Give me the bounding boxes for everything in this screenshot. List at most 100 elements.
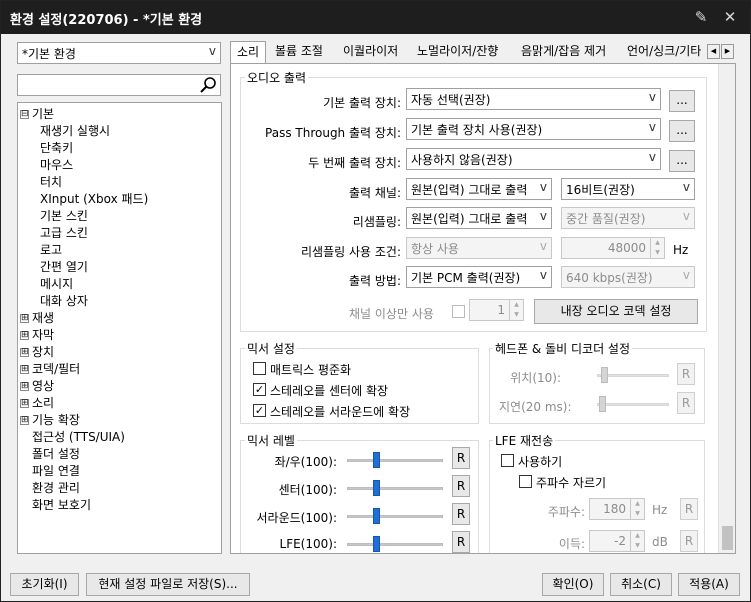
stereo-surround-checkbox[interactable]: ✓ <box>253 404 266 417</box>
bit-depth-select[interactable]: 16비트(권장) v <box>561 178 695 200</box>
slider-thumb[interactable] <box>373 508 380 524</box>
expand-icon[interactable]: ⊞ <box>20 416 29 425</box>
expand-icon[interactable]: ⊞ <box>20 314 29 323</box>
search-icon[interactable] <box>199 76 217 94</box>
tree-item[interactable]: 고급 스킨 <box>40 226 88 241</box>
tab-equalizer[interactable]: 이퀄라이저 <box>337 41 404 63</box>
category-tree[interactable]: ⊟ 기본 재생기 실행시 단축키 마우스 터치 XInput (Xbox 패드)… <box>17 102 222 554</box>
slider-thumb[interactable] <box>373 480 380 496</box>
collapse-icon[interactable]: ⊟ <box>20 110 29 119</box>
channel-min-checkbox[interactable] <box>452 305 465 318</box>
slider-thumb[interactable] <box>599 396 606 412</box>
slider-thumb[interactable] <box>601 367 608 383</box>
level-center-slider[interactable] <box>347 478 443 498</box>
level-surround-slider[interactable] <box>347 506 443 526</box>
pin-icon[interactable]: ✎ <box>691 7 711 27</box>
lfe-freq-reset-button[interactable]: R <box>680 498 698 520</box>
tab-scroll-left-icon[interactable]: ◀ <box>707 44 720 59</box>
resample-select[interactable]: 원본(입력) 그대로 출력 v <box>406 207 552 229</box>
resample-quality-select[interactable]: 중간 품질(권장) v <box>561 207 695 229</box>
sample-rate-stepper[interactable]: 48000 ▲ ▼ <box>561 237 665 259</box>
passthrough-select[interactable]: 기본 출력 장치 사용(권장) v <box>406 118 661 140</box>
level-lfe-slider[interactable] <box>347 534 443 553</box>
close-icon[interactable]: ✕ <box>720 7 740 27</box>
panel-scrollbar[interactable] <box>718 64 735 553</box>
tree-item[interactable]: 파일 연결 <box>32 464 80 479</box>
expand-icon[interactable]: ⊞ <box>20 382 29 391</box>
tree-item[interactable]: 메시지 <box>40 277 73 292</box>
tree-item[interactable]: 영상 <box>32 379 54 394</box>
tree-item[interactable]: 단축키 <box>40 141 73 156</box>
output-device-select[interactable]: 자동 선택(권장) v <box>406 88 661 110</box>
output-channel-select[interactable]: 원본(입력) 그대로 출력 v <box>406 178 552 200</box>
stepper-arrows-icon[interactable]: ▲ ▼ <box>630 531 644 551</box>
cancel-button[interactable]: 취소(C) <box>610 573 672 596</box>
tree-item[interactable]: 환경 관리 <box>32 481 80 496</box>
save-to-file-button[interactable]: 현재 설정 파일로 저장(S)... <box>86 573 250 596</box>
tree-item[interactable]: 기능 확장 <box>32 413 80 428</box>
tree-item[interactable]: 접근성 (TTS/UIA) <box>32 430 125 445</box>
stepper-arrows-icon[interactable]: ▲ ▼ <box>509 300 523 320</box>
resample-condition-select[interactable]: 항상 사용 v <box>406 237 552 259</box>
slider-thumb[interactable] <box>373 452 380 468</box>
headphone-delay-reset-button[interactable]: R <box>677 392 695 414</box>
bitrate-select[interactable]: 640 kbps(권장) v <box>561 266 695 288</box>
tab-volume[interactable]: 볼륨 조절 <box>269 41 329 63</box>
expand-icon[interactable]: ⊞ <box>20 399 29 408</box>
lfe-freq-stepper[interactable]: 180 ▲ ▼ <box>589 498 645 520</box>
reset-button[interactable]: 초기화(I) <box>10 573 79 596</box>
tree-item[interactable]: 간편 열기 <box>40 260 88 275</box>
lfe-gain-reset-button[interactable]: R <box>680 530 698 552</box>
apply-button[interactable]: 적용(A) <box>678 573 740 596</box>
lfe-gain-stepper[interactable]: -2 ▲ ▼ <box>589 530 645 552</box>
tree-item[interactable]: 장치 <box>32 345 54 360</box>
slider-thumb[interactable] <box>373 536 380 552</box>
matrix-normalize-checkbox[interactable] <box>253 362 266 375</box>
tree-item[interactable]: 터치 <box>40 175 62 190</box>
profile-select[interactable]: *기본 환경 v <box>17 42 221 64</box>
output-method-select[interactable]: 기본 PCM 출력(권장) v <box>406 266 552 288</box>
stepper-arrows-icon[interactable]: ▲ ▼ <box>630 499 644 519</box>
second-device-select[interactable]: 사용하지 않음(권장) v <box>406 148 661 170</box>
tree-item[interactable]: 기본 스킨 <box>40 209 88 224</box>
tab-normalizer[interactable]: 노멀라이저/잔향 <box>411 41 504 63</box>
tree-item[interactable]: 재생 <box>32 311 54 326</box>
level-lr-reset-button[interactable]: R <box>452 447 470 469</box>
tree-item[interactable]: 재생기 실행시 <box>40 124 110 139</box>
lfe-cut-checkbox[interactable] <box>519 475 532 488</box>
tree-item-sound[interactable]: 소리 <box>32 396 54 411</box>
tab-sound[interactable]: 소리 <box>230 41 267 64</box>
codec-settings-button[interactable]: 내장 오디오 코덱 설정 <box>534 299 698 324</box>
tree-item[interactable]: 자막 <box>32 328 54 343</box>
level-lr-slider[interactable] <box>347 450 443 470</box>
lfe-enable-checkbox[interactable] <box>501 454 514 467</box>
level-lfe-reset-button[interactable]: R <box>452 531 470 553</box>
tree-item[interactable]: 대화 상자 <box>40 294 88 309</box>
expand-icon[interactable]: ⊞ <box>20 365 29 374</box>
tab-scroll-right-icon[interactable]: ▶ <box>721 44 734 59</box>
tree-item[interactable]: 마우스 <box>40 158 73 173</box>
tree-item[interactable]: 폴더 설정 <box>32 447 80 462</box>
headphone-delay-slider[interactable] <box>597 394 669 414</box>
stereo-center-checkbox[interactable]: ✓ <box>253 383 266 396</box>
level-center-reset-button[interactable]: R <box>452 475 470 497</box>
second-device-browse-button[interactable]: ... <box>669 150 695 172</box>
headphone-position-slider[interactable] <box>597 365 669 385</box>
tree-item[interactable]: 화면 보호기 <box>32 498 91 513</box>
tab-noise[interactable]: 음맑게/잡음 제거 <box>515 41 612 63</box>
level-surround-reset-button[interactable]: R <box>452 503 470 525</box>
tree-item[interactable]: XInput (Xbox 패드) <box>40 192 148 207</box>
channel-min-stepper[interactable]: 1 ▲ ▼ <box>469 299 524 321</box>
tree-item[interactable]: 코덱/필터 <box>32 362 80 377</box>
expand-icon[interactable]: ⊞ <box>20 331 29 340</box>
output-device-browse-button[interactable]: ... <box>669 90 695 112</box>
ok-button[interactable]: 확인(O) <box>542 573 604 596</box>
scrollbar-thumb[interactable] <box>722 526 733 550</box>
tree-item-basic[interactable]: 기본 <box>32 107 54 122</box>
expand-icon[interactable]: ⊞ <box>20 348 29 357</box>
passthrough-browse-button[interactable]: ... <box>669 120 695 142</box>
tree-item[interactable]: 로고 <box>40 243 62 258</box>
search-input[interactable] <box>17 74 221 96</box>
headphone-position-reset-button[interactable]: R <box>677 363 695 385</box>
stepper-arrows-icon[interactable]: ▲ ▼ <box>650 238 664 258</box>
